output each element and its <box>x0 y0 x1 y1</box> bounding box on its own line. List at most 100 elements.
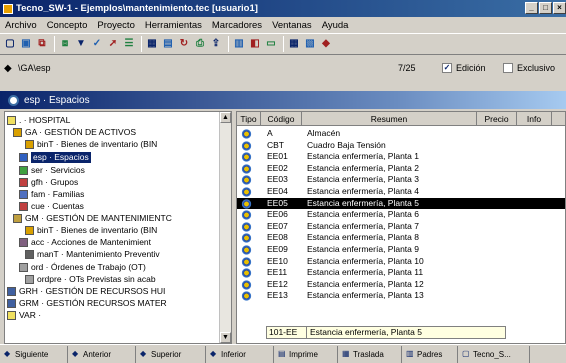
button-tecnos[interactable]: ▢ Tecno_S... <box>458 345 530 363</box>
table-row[interactable]: EE09 Estancia enfermería, Planta 9 <box>237 244 565 256</box>
edit-code[interactable]: 101-EE <box>267 327 307 338</box>
menu-proyecto[interactable]: Proyecto <box>92 20 140 31</box>
menu-ayuda[interactable]: Ayuda <box>317 20 354 31</box>
table-row[interactable]: EE11 Estancia enfermería, Planta 11 <box>237 267 565 279</box>
button-anterior[interactable]: ◆ Anterior <box>68 345 136 363</box>
copy-icon[interactable]: ⧉ <box>35 37 49 51</box>
table-row[interactable]: EE06 Estancia enfermería, Planta 6 <box>237 209 565 221</box>
column-header[interactable]: Info <box>517 112 552 126</box>
tree-node[interactable]: gfh · Grupos <box>19 177 78 188</box>
column-header[interactable]: Resumen <box>302 112 477 126</box>
button-label: Anterior <box>83 349 112 359</box>
concept-tree[interactable]: ▲ ▼ . · HOSPITAL GA · GESTIÓN DE ACTIVOS b… <box>4 111 232 344</box>
tree-scrollbar[interactable]: ▲ ▼ <box>219 112 231 343</box>
table-row[interactable]: EE12 Estancia enfermería, Planta 12 <box>237 278 565 291</box>
minimize-button[interactable]: _ <box>525 2 538 14</box>
tree-icon[interactable]: ☰ <box>122 37 136 51</box>
menu-concepto[interactable]: Concepto <box>42 20 93 31</box>
maximize-button[interactable]: □ <box>539 2 552 14</box>
table-row[interactable]: EE13 Estancia enfermería, Planta 13 <box>237 290 565 302</box>
column-header[interactable]: Tipo <box>237 112 261 126</box>
grid-icon[interactable]: ▦ <box>145 37 159 51</box>
folder-icon <box>19 178 28 187</box>
tile-icon[interactable]: ▦ <box>287 37 301 51</box>
cell-summary: Estancia enfermería, Planta 7 <box>307 220 419 231</box>
table-row[interactable]: CBT Cuadro Baja Tensión <box>237 140 565 152</box>
button-siguiente[interactable]: ◆ Siguiente <box>0 345 68 363</box>
tree-node[interactable]: GRM · GESTIÓN RECURSOS MATER <box>7 298 167 309</box>
help-icon[interactable]: ◆ <box>319 37 333 51</box>
button-traslada[interactable]: ▦ Traslada <box>338 345 402 363</box>
close-button[interactable]: × <box>553 2 566 14</box>
export-icon[interactable]: ⇪ <box>209 37 223 51</box>
paste-icon[interactable]: ⧈ <box>58 37 72 51</box>
window-icon[interactable]: ▭ <box>264 37 278 51</box>
column-header[interactable]: Código <box>261 112 302 126</box>
scroll-up-icon[interactable]: ▲ <box>220 112 231 123</box>
scroll-down-icon[interactable]: ▼ <box>220 332 231 343</box>
lock-icon[interactable]: ◧ <box>248 37 262 51</box>
edit-check-icon[interactable]: ✓ <box>442 63 452 74</box>
folder-icon <box>25 250 34 259</box>
table-row[interactable]: EE01 Estancia enfermería, Planta 1 <box>237 151 565 163</box>
open-icon[interactable]: ▣ <box>19 37 33 51</box>
binoculars-icon[interactable]: ◆ <box>4 63 12 74</box>
menu-herramientas[interactable]: Herramientas <box>140 20 207 31</box>
print-icon[interactable]: ⎙ <box>193 37 207 51</box>
menu-archivo[interactable]: Archivo <box>0 20 42 31</box>
table-row[interactable]: EE03 Estancia enfermería, Planta 3 <box>237 174 565 186</box>
exclusive-checkbox[interactable]: Exclusivo <box>503 63 555 74</box>
tree-node[interactable]: fam · Familias <box>19 189 84 200</box>
path-bar: ◆ \GA\esp 7/25 ✓ Edición Exclusivo <box>0 57 566 79</box>
menu-ventanas[interactable]: Ventanas <box>267 20 317 31</box>
button-padres[interactable]: ▥ Padres <box>402 345 458 363</box>
new-icon[interactable]: ▢ <box>3 37 17 51</box>
tree-node[interactable]: manT · Mantenimiento Preventiv <box>25 249 160 260</box>
tree-node[interactable]: ordpre · OTs Previstas sin acab <box>25 274 156 285</box>
table-row[interactable]: EE04 Estancia enfermería, Planta 4 <box>237 186 565 198</box>
folder-icon <box>19 166 28 175</box>
tree-node-label: VAR · <box>19 310 42 320</box>
edit-checkbox[interactable]: ✓ Edición <box>442 63 486 74</box>
tree-node[interactable]: . · HOSPITAL <box>7 115 70 126</box>
check-icon[interactable]: ✓ <box>90 37 104 51</box>
column-header[interactable]: Precio <box>477 112 517 126</box>
record-count: 7/25 <box>398 63 416 73</box>
tree-node[interactable]: ord · Órdenes de Trabajo (OT) <box>19 262 146 273</box>
tree-node[interactable]: GRH · GESTIÓN DE RECURSOS HUI <box>7 286 165 297</box>
table-row[interactable]: EE05 Estancia enfermería, Planta 5 <box>237 197 565 210</box>
tree-node[interactable]: ser · Servicios <box>19 165 85 176</box>
filter-icon[interactable]: ▼ <box>74 37 88 51</box>
button-superior[interactable]: ◆ Superior <box>136 345 206 363</box>
button-inferior[interactable]: ◆ Inferior <box>206 345 274 363</box>
tree-node[interactable]: esp · Espacios <box>19 152 91 163</box>
cascade-icon[interactable]: ▧ <box>303 37 317 51</box>
form-icon[interactable]: ▤ <box>161 37 175 51</box>
tree-node[interactable]: acc · Acciones de Mantenimient <box>19 237 151 248</box>
arrow-icon[interactable]: ➚ <box>106 37 120 51</box>
table-row[interactable]: A Almacén <box>237 128 565 140</box>
tree-node[interactable]: GA · GESTIÓN DE ACTIVOS <box>13 127 136 138</box>
tree-node-label: . · HOSPITAL <box>19 115 71 125</box>
app-icon <box>3 3 13 14</box>
menu-marcadores[interactable]: Marcadores <box>207 20 267 31</box>
edit-row[interactable]: 101-EE Estancia enfermería, Planta 5 <box>266 326 506 339</box>
refresh-icon[interactable]: ↻ <box>177 37 191 51</box>
tree-node[interactable]: binT · Bienes de inventario (BIN <box>25 225 157 236</box>
tree-node[interactable]: cue · Cuentas <box>19 201 84 212</box>
records-grid[interactable]: Tipo Código Resumen Precio Info A Almacén CBT Cu… <box>236 111 566 344</box>
table-row[interactable]: EE07 Estancia enfermería, Planta 7 <box>237 220 565 233</box>
chart-icon[interactable]: ▥ <box>232 37 246 51</box>
tree-node[interactable]: VAR · <box>7 310 41 321</box>
cell-code: EE12 <box>267 278 288 289</box>
table-row[interactable]: EE10 Estancia enfermería, Planta 10 <box>237 256 565 268</box>
table-row[interactable]: EE02 Estancia enfermería, Planta 2 <box>237 163 565 175</box>
cell-summary: Estancia enfermería, Planta 13 <box>307 290 424 301</box>
table-row[interactable]: EE08 Estancia enfermería, Planta 8 <box>237 232 565 244</box>
button-imprime[interactable]: ▤ Imprime <box>274 345 338 363</box>
cell-code: EE13 <box>267 290 288 301</box>
cell-summary: Estancia enfermería, Planta 5 <box>307 197 419 208</box>
tree-node[interactable]: GM · GESTIÓN DE MANTENIMIENTC <box>13 213 172 224</box>
tree-node[interactable]: binT · Bienes de inventario (BIN <box>25 139 157 150</box>
edit-summary[interactable]: Estancia enfermería, Planta 5 <box>307 327 422 338</box>
